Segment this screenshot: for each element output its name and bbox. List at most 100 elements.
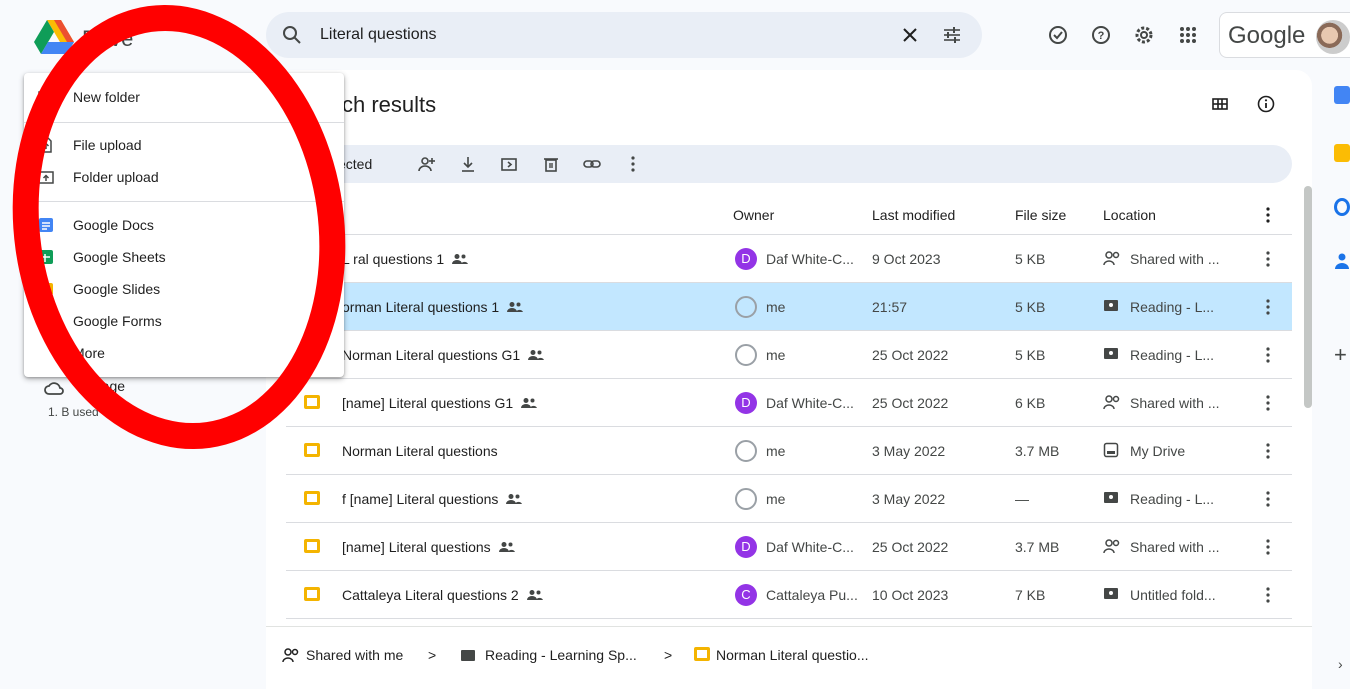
apps-icon[interactable]: [1176, 23, 1200, 47]
share-icon[interactable]: [417, 154, 437, 174]
add-icon[interactable]: +: [1334, 342, 1347, 368]
more-vert-icon[interactable]: [1258, 205, 1278, 225]
file-last-modified: 21:57: [872, 299, 908, 315]
menu-item-google-sheets[interactable]: Google Sheets: [24, 241, 344, 273]
cloud-icon: [44, 382, 64, 395]
slides-icon: [304, 443, 320, 457]
file-name[interactable]: f [name] Literal questions: [342, 491, 498, 507]
menu-item-folder-upload[interactable]: Folder upload: [24, 161, 344, 193]
download-icon[interactable]: [458, 154, 478, 174]
more-vert-icon[interactable]: [1258, 393, 1278, 413]
shared-icon: [521, 396, 537, 412]
table-row[interactable]: f [name] Literal questions me 3 May 2022 — R…: [286, 475, 1292, 523]
breadcrumb: Shared with me > Reading - Learning Sp..…: [266, 626, 1312, 689]
file-last-modified: 25 Oct 2022: [872, 347, 949, 363]
column-owner[interactable]: Owner: [733, 207, 774, 223]
breadcrumb-item[interactable]: Norman Literal questio...: [716, 647, 869, 663]
more-vert-icon[interactable]: [1258, 345, 1278, 365]
file-location[interactable]: Reading - L...: [1130, 299, 1214, 315]
file-size: —: [1015, 491, 1029, 507]
menu-label: More: [73, 345, 105, 361]
sidebar-item-storage[interactable]: Storage: [76, 378, 125, 394]
file-name[interactable]: Cattaleya Literal questions 2: [342, 587, 519, 603]
menu-item-google-slides[interactable]: Google Slides: [24, 273, 344, 305]
avatar[interactable]: [1316, 20, 1350, 54]
more-vert-icon[interactable]: [623, 154, 643, 174]
more-vert-icon[interactable]: [1258, 249, 1278, 269]
info-icon[interactable]: [1256, 94, 1276, 114]
shared-icon: [1103, 250, 1121, 269]
menu-item-new-folder[interactable]: New folder: [24, 81, 344, 113]
file-location[interactable]: Shared with ...: [1130, 251, 1220, 267]
file-location[interactable]: Shared with ...: [1130, 395, 1220, 411]
file-name[interactable]: [name] Literal questions G1: [342, 395, 513, 411]
grid-view-icon[interactable]: [1210, 94, 1230, 114]
file-name[interactable]: orman Literal questions 1: [342, 299, 499, 315]
table-row[interactable]: Cattaleya Literal questions 2 C Cattaleya …: [286, 571, 1292, 619]
breadcrumb-item[interactable]: Reading - Learning Sp...: [485, 647, 637, 663]
more-vert-icon[interactable]: [1258, 537, 1278, 557]
contacts-icon[interactable]: [1334, 252, 1350, 270]
app-name[interactable]: Drive: [82, 26, 133, 52]
chevron-right-icon[interactable]: ›: [1338, 656, 1343, 672]
scrollbar[interactable]: [1304, 186, 1312, 408]
help-icon[interactable]: ?: [1089, 23, 1113, 47]
tasks-icon[interactable]: [1334, 198, 1350, 216]
file-owner: me: [766, 299, 786, 315]
more-vert-icon[interactable]: [1258, 297, 1278, 317]
file-location[interactable]: Untitled fold...: [1130, 587, 1216, 603]
folder-upload-icon: [38, 171, 54, 184]
table-row[interactable]: orman Literal questions 1 me 21:57 5 KB Read…: [286, 283, 1292, 331]
menu-item-google-docs[interactable]: Google Docs: [24, 209, 344, 241]
table-row[interactable]: Norman Literal questions me 3 May 2022 3.7 …: [286, 427, 1292, 475]
file-name[interactable]: Norman Literal questions: [342, 443, 498, 459]
column-file-size[interactable]: File size: [1015, 207, 1066, 223]
more-vert-icon[interactable]: [1258, 585, 1278, 605]
shared-icon: [1103, 538, 1121, 557]
docs-icon: [39, 218, 53, 232]
file-name[interactable]: L ral questions 1: [342, 251, 444, 267]
more-vert-icon[interactable]: [1258, 441, 1278, 461]
file-last-modified: 25 Oct 2022: [872, 539, 949, 555]
menu-item-file-upload[interactable]: File upload: [24, 129, 344, 161]
file-location[interactable]: Reading - L...: [1130, 491, 1214, 507]
drive-logo-icon[interactable]: [34, 20, 74, 54]
breadcrumb-item[interactable]: Shared with me: [306, 647, 403, 663]
account-chip[interactable]: Google: [1219, 12, 1350, 58]
link-icon[interactable]: [582, 154, 602, 174]
table-row[interactable]: L ral questions 1 D Daf White-C... 9 Oct 20…: [286, 235, 1292, 283]
calendar-icon[interactable]: [1334, 86, 1350, 104]
svg-text:?: ?: [1098, 30, 1105, 42]
sheets-icon: [39, 250, 53, 264]
search-input[interactable]: Literal questions: [320, 26, 437, 44]
file-last-modified: 3 May 2022: [872, 491, 946, 507]
file-location[interactable]: Reading - L...: [1130, 347, 1214, 363]
keep-icon[interactable]: [1334, 144, 1350, 162]
menu-item-more[interactable]: More: [24, 337, 344, 369]
file-name[interactable]: Norman Literal questions G1: [342, 347, 520, 363]
search-options-icon[interactable]: [942, 25, 962, 45]
more-vert-icon[interactable]: [1258, 489, 1278, 509]
table-row[interactable]: Norman Literal questions G1 me 25 Oct 2022…: [286, 331, 1292, 379]
table-row[interactable]: [name] Literal questions D Daf White-C... 2…: [286, 523, 1292, 571]
column-last-modified[interactable]: Last modified: [872, 207, 955, 223]
delete-icon[interactable]: [541, 154, 561, 174]
settings-icon[interactable]: [1132, 23, 1156, 47]
column-location[interactable]: Location: [1103, 207, 1156, 223]
file-size: 5 KB: [1015, 251, 1046, 267]
menu-item-google-forms[interactable]: Google Forms: [24, 305, 344, 337]
table-row[interactable]: [name] Literal questions G1 D Daf White-C.…: [286, 379, 1292, 427]
move-icon[interactable]: [499, 154, 519, 174]
close-icon[interactable]: [900, 25, 920, 45]
file-location[interactable]: Shared with ...: [1130, 539, 1220, 555]
file-owner: me: [766, 347, 786, 363]
file-location[interactable]: My Drive: [1130, 443, 1185, 459]
file-last-modified: 9 Oct 2023: [872, 251, 941, 267]
offline-ready-icon[interactable]: [1046, 23, 1070, 47]
file-last-modified: 3 May 2022: [872, 443, 946, 459]
search-icon[interactable]: [282, 25, 302, 45]
file-name[interactable]: [name] Literal questions: [342, 539, 491, 555]
search-bar[interactable]: Literal questions: [266, 12, 982, 58]
avatar: [735, 440, 757, 462]
shared-icon: [1103, 394, 1121, 413]
